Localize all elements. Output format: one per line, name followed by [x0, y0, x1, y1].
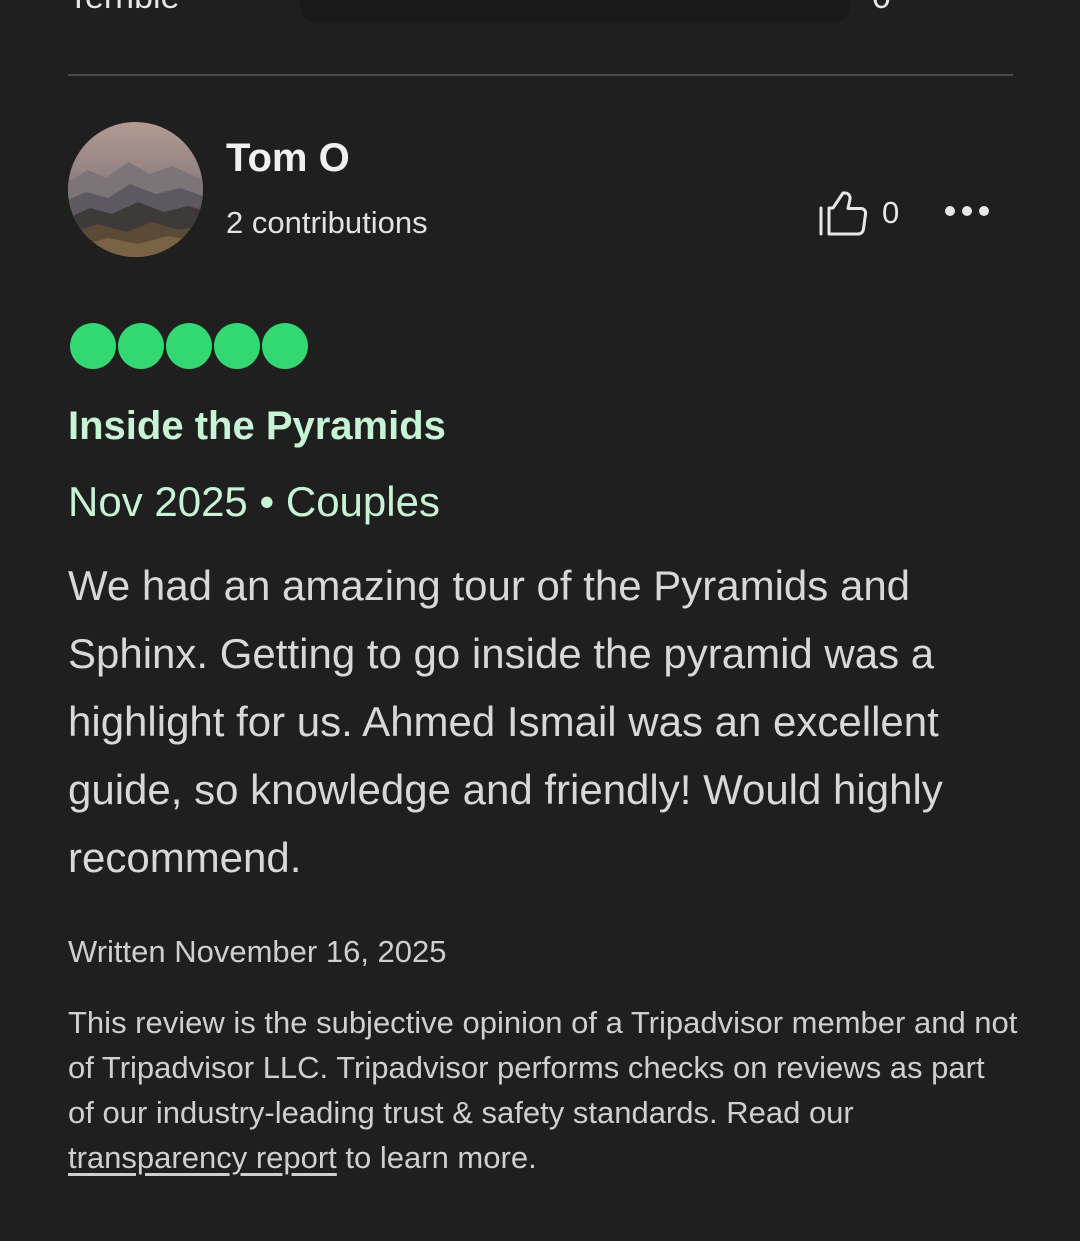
more-options-icon [945, 206, 989, 216]
visit-date: Nov 2025 [68, 478, 248, 525]
review-title[interactable]: Inside the Pyramids [68, 404, 446, 449]
rating-bubbles [70, 323, 308, 369]
rating-breakdown-count: 0 [872, 0, 891, 17]
reviewer-name[interactable]: Tom O [226, 136, 350, 181]
rating-bubble [214, 323, 260, 369]
rating-breakdown-label: Terrible [68, 0, 179, 17]
written-date: Written November 16, 2025 [68, 934, 447, 969]
section-divider [68, 74, 1013, 76]
thumbs-up-icon [819, 191, 868, 236]
review-body: We had an amazing tour of the Pyramids a… [68, 562, 943, 881]
rating-breakdown-bar [300, 0, 850, 22]
reviewer-contributions: 2 contributions [226, 205, 428, 240]
rating-bubble [70, 323, 116, 369]
helpful-vote-button[interactable]: 0 [816, 188, 899, 238]
reviewer-avatar[interactable] [68, 122, 203, 257]
avatar-image [68, 122, 203, 257]
visit-info: Nov 2025 • Couples [68, 478, 440, 526]
transparency-report-link[interactable]: transparency report [68, 1140, 337, 1175]
review-disclaimer: This review is the subjective opinion of… [68, 1000, 1018, 1180]
visit-separator: • [259, 478, 275, 525]
rating-bubble [118, 323, 164, 369]
rating-bubble [166, 323, 212, 369]
rating-bubble [262, 323, 308, 369]
disclaimer-text: This review is the subjective opinion of… [68, 1005, 1018, 1130]
more-options-button[interactable] [938, 196, 998, 226]
helpful-count: 0 [882, 195, 900, 230]
rating-breakdown-row: Terrible 0 [0, 0, 1080, 40]
disclaimer-text-end: to learn more. [336, 1140, 537, 1175]
trip-type: Couples [285, 478, 440, 525]
